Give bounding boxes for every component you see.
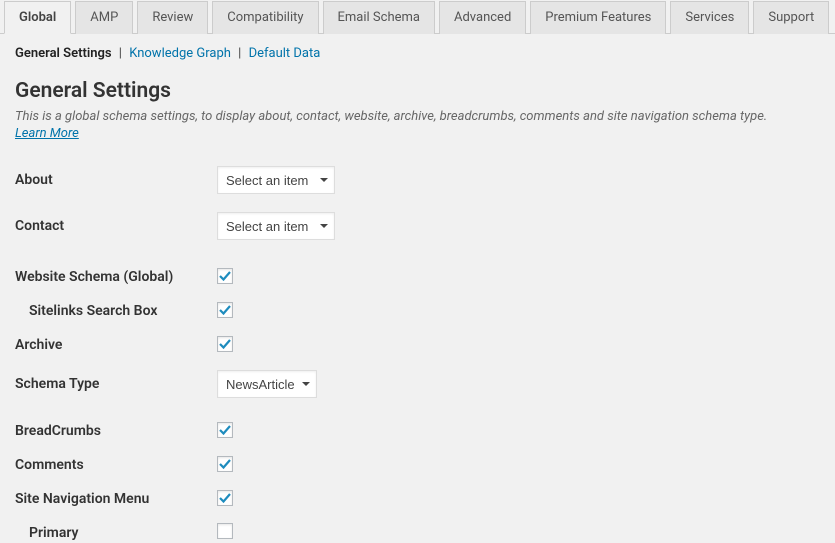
tab-email-schema[interactable]: Email Schema bbox=[323, 1, 435, 34]
learn-more-link[interactable]: Learn More bbox=[15, 126, 79, 141]
row-website-schema: Website Schema (Global) bbox=[15, 267, 820, 287]
checkbox-breadcrumbs[interactable] bbox=[217, 422, 233, 438]
control-breadcrumbs bbox=[217, 422, 233, 440]
select-about[interactable]: Select an item bbox=[217, 166, 335, 194]
checkbox-comments[interactable] bbox=[217, 456, 233, 472]
row-primary: Primary bbox=[15, 523, 820, 543]
control-archive bbox=[217, 336, 233, 354]
label-site-navigation: Site Navigation Menu bbox=[15, 491, 217, 507]
control-primary bbox=[217, 523, 233, 543]
tab-services[interactable]: Services bbox=[670, 1, 749, 34]
control-site-navigation bbox=[217, 490, 233, 508]
page-description: This is a global schema settings, to dis… bbox=[15, 109, 820, 124]
control-website-schema bbox=[217, 268, 233, 286]
row-archive: Archive bbox=[15, 335, 820, 355]
settings-page: Global AMP Review Compatibility Email Sc… bbox=[0, 0, 835, 543]
tab-premium-features[interactable]: Premium Features bbox=[530, 1, 666, 34]
label-website-schema: Website Schema (Global) bbox=[15, 269, 217, 285]
row-schema-type: Schema Type NewsArticle bbox=[15, 369, 820, 399]
page-title: General Settings bbox=[15, 79, 820, 103]
tab-amp[interactable]: AMP bbox=[75, 1, 133, 34]
checkbox-site-navigation[interactable] bbox=[217, 490, 233, 506]
checkbox-website-schema[interactable] bbox=[217, 268, 233, 284]
checkbox-primary[interactable] bbox=[217, 523, 233, 539]
row-sitelinks-search-box: Sitelinks Search Box bbox=[15, 301, 820, 321]
subnav-default-data[interactable]: Default Data bbox=[249, 46, 321, 61]
row-about: About Select an item bbox=[15, 165, 820, 195]
row-contact: Contact Select an item bbox=[15, 211, 820, 241]
checkbox-sitelinks-search-box[interactable] bbox=[217, 302, 233, 318]
subnav-knowledge-graph[interactable]: Knowledge Graph bbox=[129, 46, 231, 61]
control-sitelinks-search-box bbox=[217, 302, 233, 320]
subnav-general-settings[interactable]: General Settings bbox=[15, 46, 112, 61]
label-archive: Archive bbox=[15, 337, 217, 353]
tab-review[interactable]: Review bbox=[137, 1, 208, 34]
label-breadcrumbs: BreadCrumbs bbox=[15, 423, 217, 439]
checkbox-archive[interactable] bbox=[217, 336, 233, 352]
row-breadcrumbs: BreadCrumbs bbox=[15, 421, 820, 441]
select-schema-type[interactable]: NewsArticle bbox=[217, 370, 317, 398]
tab-compatibility[interactable]: Compatibility bbox=[212, 1, 318, 34]
row-comments: Comments bbox=[15, 455, 820, 475]
tab-support[interactable]: Support bbox=[753, 1, 829, 34]
label-schema-type: Schema Type bbox=[15, 376, 217, 392]
label-sitelinks-search-box: Sitelinks Search Box bbox=[15, 303, 217, 319]
subnav-separator: | bbox=[238, 46, 241, 61]
row-site-navigation: Site Navigation Menu bbox=[15, 489, 820, 509]
label-contact: Contact bbox=[15, 218, 217, 234]
tab-advanced[interactable]: Advanced bbox=[439, 1, 526, 34]
select-contact[interactable]: Select an item bbox=[217, 212, 335, 240]
sub-nav: General Settings | Knowledge Graph | Def… bbox=[0, 34, 835, 79]
control-contact: Select an item bbox=[217, 212, 335, 240]
label-comments: Comments bbox=[15, 457, 217, 473]
control-comments bbox=[217, 456, 233, 474]
control-schema-type: NewsArticle bbox=[217, 370, 317, 398]
main-tabs: Global AMP Review Compatibility Email Sc… bbox=[0, 0, 835, 34]
label-about: About bbox=[15, 172, 217, 188]
settings-form: About Select an item Contact Select an i… bbox=[15, 165, 820, 543]
tab-global[interactable]: Global bbox=[4, 1, 71, 34]
content-area: General Settings This is a global schema… bbox=[0, 79, 835, 543]
label-primary: Primary bbox=[15, 525, 217, 541]
control-about: Select an item bbox=[217, 166, 335, 194]
subnav-separator: | bbox=[119, 46, 122, 61]
